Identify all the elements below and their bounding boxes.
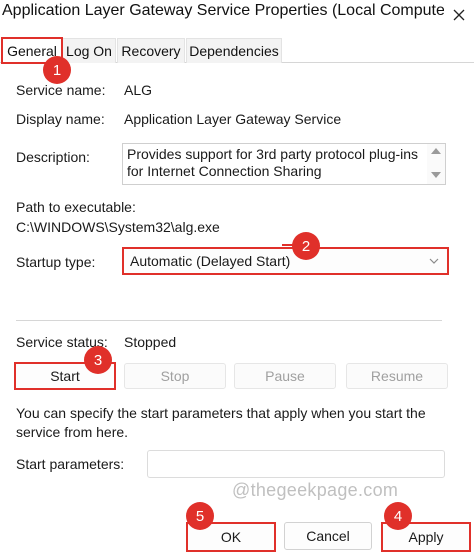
stop-button-label: Stop: [160, 368, 190, 384]
tab-strip: General Log On Recovery Dependencies: [0, 38, 474, 63]
description-label: Description:: [16, 149, 90, 165]
tab-recovery-label: Recovery: [121, 43, 181, 59]
step-badge-4: 4: [384, 502, 412, 530]
display-name-value: Application Layer Gateway Service: [124, 111, 342, 127]
path-label: Path to executable:: [16, 199, 136, 215]
close-icon: [453, 9, 465, 21]
resume-button[interactable]: Resume: [346, 363, 448, 389]
display-name-label: Display name:: [16, 111, 105, 127]
scroll-down-icon[interactable]: [431, 172, 441, 178]
tab-dependencies-label: Dependencies: [189, 43, 279, 59]
watermark: @thegeekpage.com: [232, 480, 399, 500]
start-params-label: Start parameters:: [16, 456, 125, 472]
step-badge-1: 1: [43, 56, 71, 84]
close-button[interactable]: [444, 0, 474, 30]
start-params-hint: You can specify the start parameters tha…: [16, 405, 426, 440]
scroll-up-icon[interactable]: [431, 148, 441, 154]
tab-recovery[interactable]: Recovery: [117, 38, 185, 63]
step-badge-5: 5: [186, 502, 214, 530]
section-divider: [16, 320, 442, 321]
startup-type-value: Automatic (Delayed Start): [130, 253, 291, 269]
cancel-button[interactable]: Cancel: [284, 522, 372, 550]
tab-log-on[interactable]: Log On: [62, 38, 116, 63]
path-value: C:\WINDOWS\System32\alg.exe: [16, 219, 220, 235]
start-params-input[interactable]: [147, 450, 445, 478]
description-scrollbar[interactable]: [427, 144, 445, 184]
startup-type-select[interactable]: Automatic (Delayed Start): [122, 247, 449, 275]
description-box[interactable]: Provides support for 3rd party protocol …: [122, 143, 446, 185]
service-name-value: ALG: [124, 82, 153, 98]
ok-button-label: OK: [220, 529, 242, 545]
tab-log-on-label: Log On: [66, 43, 112, 59]
start-button-label: Start: [50, 368, 80, 384]
title-bar: Application Layer Gateway Service Proper…: [0, 0, 474, 30]
window-title: Application Layer Gateway Service Proper…: [2, 2, 456, 19]
resume-button-label: Resume: [370, 368, 424, 384]
cancel-button-label: Cancel: [306, 528, 350, 544]
service-status-value: Stopped: [124, 334, 177, 350]
description-text: Provides support for 3rd party protocol …: [127, 146, 419, 179]
step-badge-2: 2: [292, 232, 320, 260]
tab-dependencies[interactable]: Dependencies: [186, 38, 282, 63]
service-name-label: Service name:: [16, 82, 106, 98]
pause-button-label: Pause: [265, 368, 305, 384]
stop-button[interactable]: Stop: [124, 363, 226, 389]
step-badge-3: 3: [84, 346, 112, 374]
chevron-down-icon: [429, 258, 439, 264]
startup-type-label: Startup type:: [16, 254, 96, 270]
apply-button-label: Apply: [408, 529, 444, 545]
pause-button[interactable]: Pause: [234, 363, 336, 389]
